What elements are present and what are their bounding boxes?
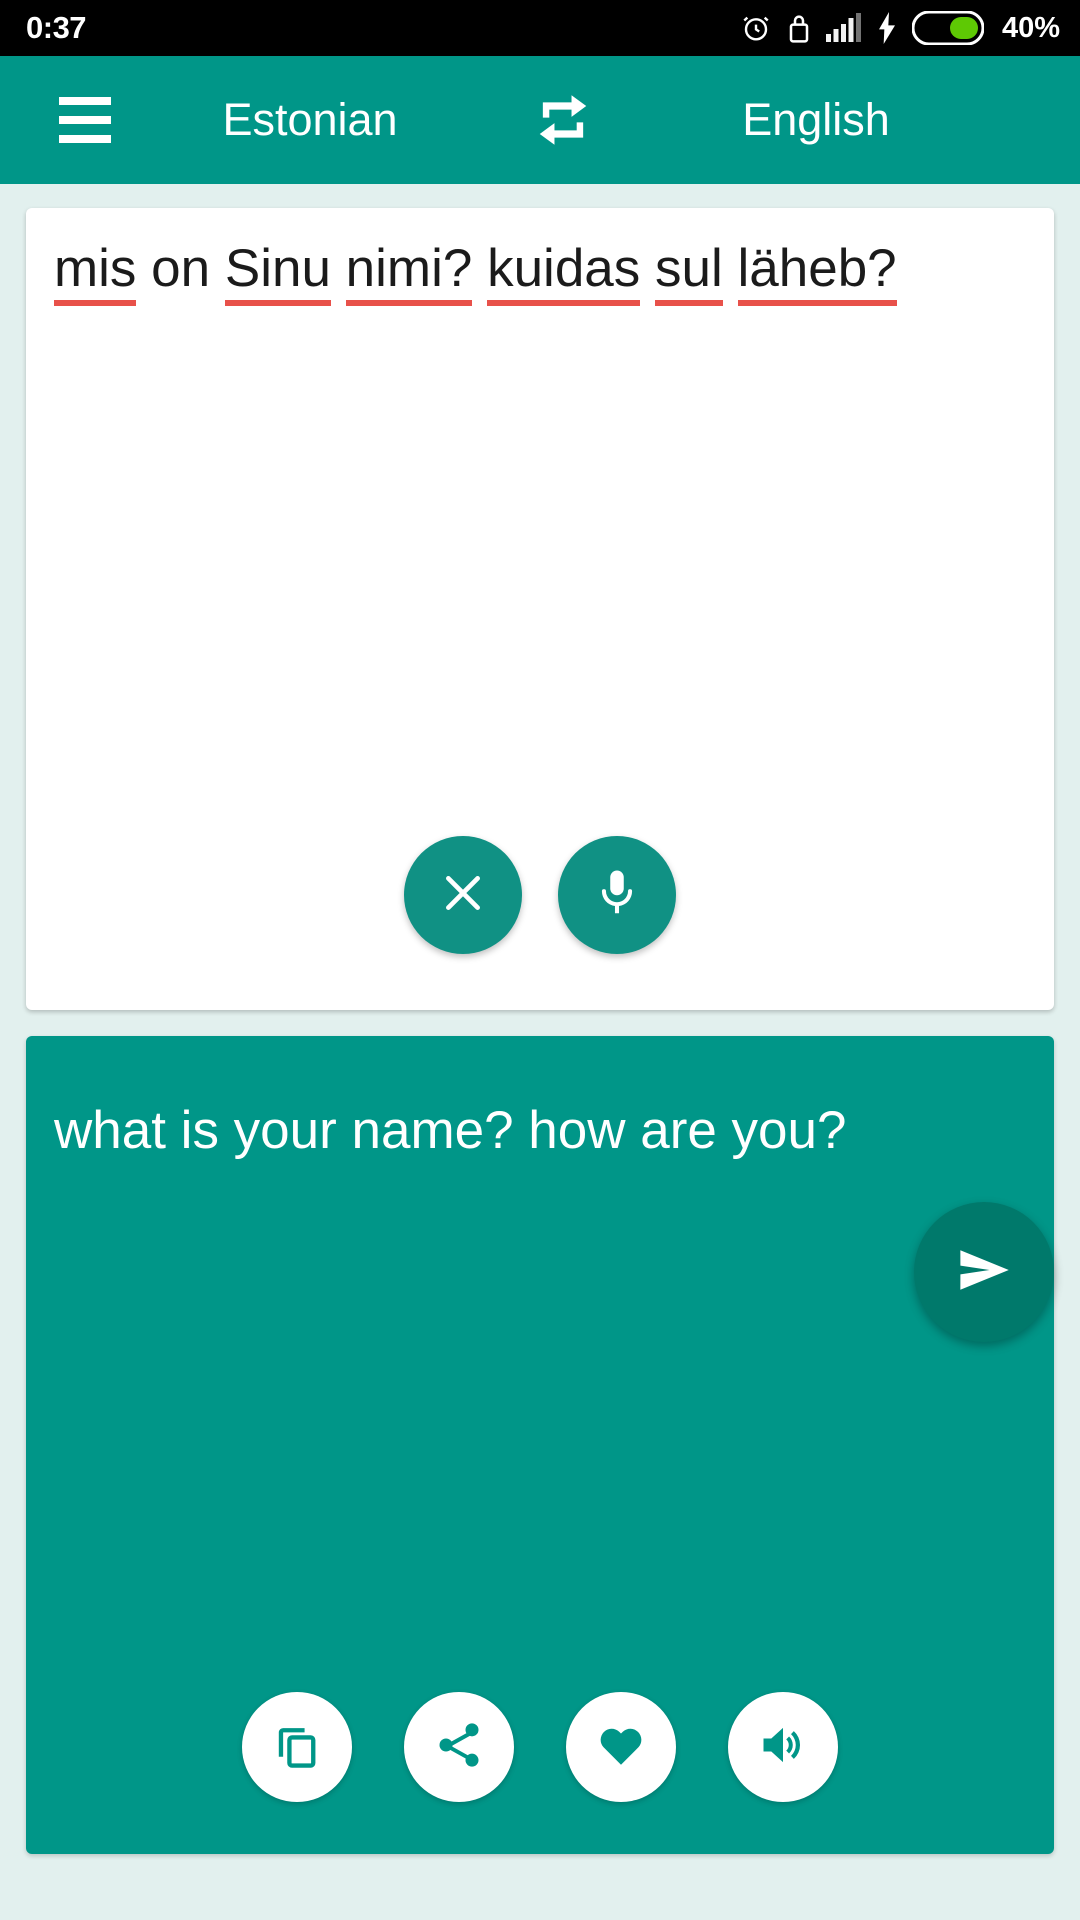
alarm-icon xyxy=(740,12,772,44)
microphone-icon xyxy=(590,866,644,925)
target-language-selector[interactable]: English xyxy=(608,94,1024,146)
speak-button[interactable] xyxy=(728,1692,838,1802)
main-content: mis on Sinu nimi? kuidas sul läheb? what… xyxy=(0,184,1080,1854)
input-action-bar xyxy=(26,836,1054,954)
share-icon xyxy=(433,1719,485,1776)
source-word: läheb? xyxy=(737,239,897,306)
translation-result-card: what is your name? how are you? xyxy=(26,1036,1054,1854)
send-icon xyxy=(951,1237,1017,1308)
signal-icon xyxy=(825,13,862,43)
translated-text: what is your name? how are you? xyxy=(54,1101,847,1160)
source-word: sul xyxy=(655,239,723,306)
source-language-selector[interactable]: Estonian xyxy=(102,94,518,146)
source-text-input[interactable]: mis on Sinu nimi? kuidas sul läheb? xyxy=(54,238,1026,306)
copy-icon xyxy=(271,1719,323,1776)
charging-bolt-icon xyxy=(876,12,898,44)
copy-button[interactable] xyxy=(242,1692,352,1802)
source-word: nimi? xyxy=(345,239,473,306)
source-word: Sinu xyxy=(224,239,331,306)
close-x-icon xyxy=(436,866,490,925)
clear-text-button[interactable] xyxy=(404,836,522,954)
status-clock: 0:37 xyxy=(26,10,87,45)
speaker-icon xyxy=(757,1719,809,1776)
share-button[interactable] xyxy=(404,1692,514,1802)
status-bar: 0:37 40% xyxy=(0,0,1080,56)
source-word: mis xyxy=(54,239,137,306)
status-icons: 40% xyxy=(740,11,1060,45)
send-translate-button[interactable] xyxy=(914,1202,1054,1342)
source-word: on xyxy=(151,239,211,298)
lock-icon xyxy=(786,12,812,44)
voice-input-button[interactable] xyxy=(558,836,676,954)
favorite-button[interactable] xyxy=(566,1692,676,1802)
output-action-bar xyxy=(26,1692,1054,1802)
battery-icon xyxy=(911,11,984,45)
source-word: kuidas xyxy=(487,239,641,306)
swap-languages-icon[interactable] xyxy=(518,75,608,165)
app-bar: Estonian English xyxy=(0,56,1080,184)
heart-icon xyxy=(595,1719,647,1776)
source-text-card[interactable]: mis on Sinu nimi? kuidas sul läheb? xyxy=(26,208,1054,1010)
battery-percent: 40% xyxy=(1001,11,1060,44)
